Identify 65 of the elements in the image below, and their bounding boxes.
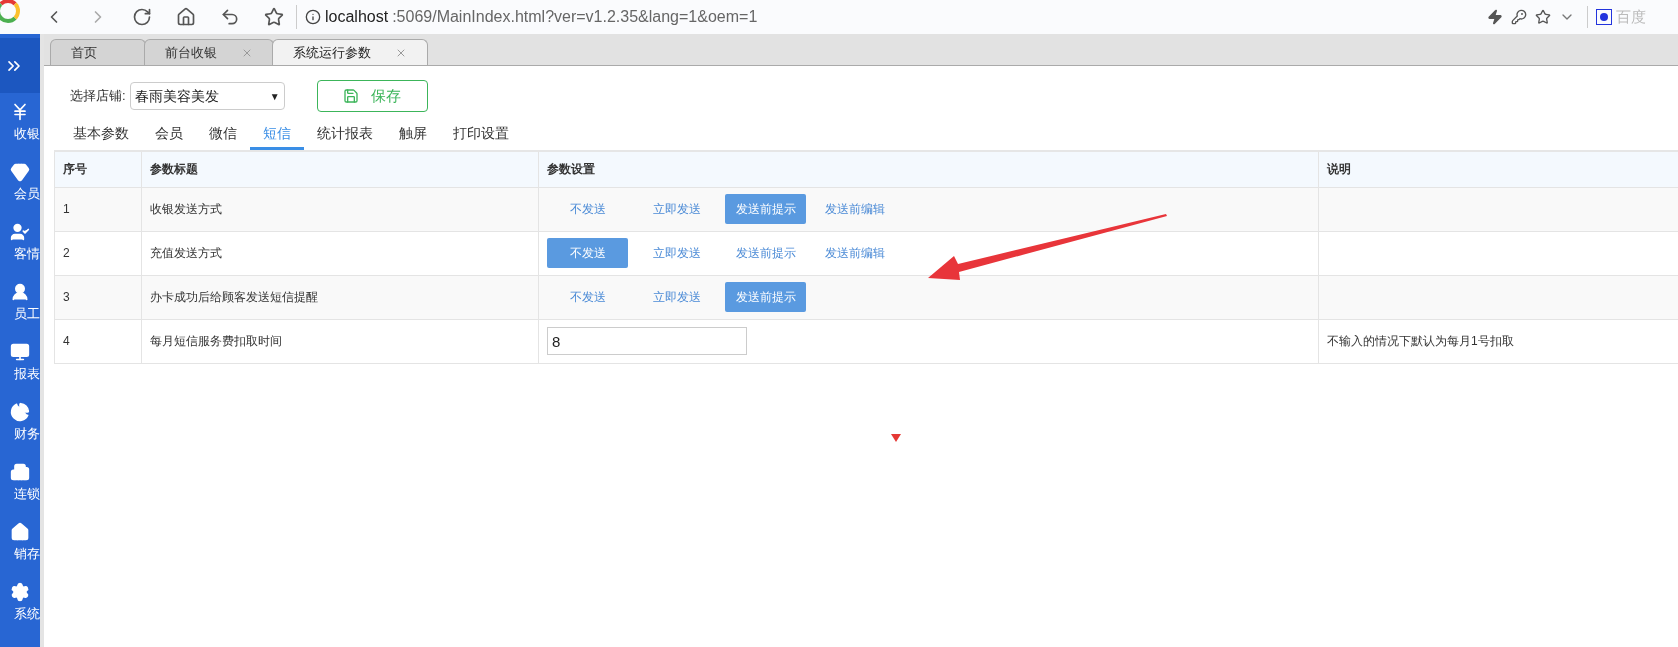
house-icon[interactable] [10, 522, 30, 543]
monitor-icon[interactable] [10, 342, 30, 363]
table-cell: 4 [54, 319, 142, 363]
table-cell: 1 [54, 187, 142, 231]
note-text: 不输入的情况下默认为每月1号扣取 [1327, 334, 1514, 348]
settings-tab[interactable]: 基本参数 [60, 120, 142, 150]
info-icon[interactable] [305, 9, 321, 25]
home-icon[interactable] [176, 7, 196, 27]
page-tab[interactable]: 首页 [50, 39, 146, 65]
sidebar-item[interactable]: 财务 [14, 424, 40, 444]
star-icon[interactable] [264, 7, 284, 27]
column-header: 序号 [54, 151, 142, 187]
sidebar-item[interactable]: 连锁 [14, 484, 40, 504]
table-cell: 收银发送方式 [141, 187, 539, 231]
lightning-icon[interactable] [1487, 9, 1503, 25]
sidebar-item[interactable]: 员工 [14, 304, 40, 324]
pie-chart-icon[interactable] [10, 402, 30, 423]
sidebar-item[interactable]: 销存 [14, 544, 40, 564]
table-cell: 3 [54, 275, 142, 319]
sidebar-item[interactable]: 系统 [14, 604, 40, 624]
option-button[interactable]: 不发送 [547, 194, 628, 224]
settings-tab[interactable]: 统计报表 [304, 120, 386, 150]
option-button[interactable]: 发送前提示 [725, 238, 806, 268]
option-button[interactable]: 发送前提示 [725, 194, 806, 224]
option-button[interactable]: 发送前编辑 [814, 194, 895, 224]
table-cell: 2 [54, 231, 142, 275]
page-tab[interactable]: 前台收银 [144, 39, 274, 65]
column-header: 参数标题 [141, 151, 539, 187]
sidebar-item[interactable]: 客情 [14, 244, 40, 264]
user-check-icon[interactable] [10, 222, 30, 243]
store-select[interactable]: 春雨美容美发 ▼ [129, 82, 285, 110]
diamond-icon[interactable] [10, 162, 30, 183]
table-cell: 每月短信服务费扣取时间 [141, 319, 539, 363]
key-icon[interactable] [1511, 9, 1527, 25]
settings-icon[interactable] [10, 582, 30, 603]
save-button[interactable]: 保存 [316, 80, 428, 112]
browser-logo-icon[interactable] [0, 0, 20, 23]
option-button[interactable]: 立即发送 [636, 194, 717, 224]
sidebar-item[interactable]: 报表 [14, 364, 40, 384]
settings-tab[interactable]: 微信 [196, 120, 250, 150]
page-tab[interactable]: 系统运行参数 [272, 39, 428, 65]
user-icon[interactable] [10, 282, 30, 303]
save-icon [343, 88, 360, 104]
sidebar-item[interactable]: 收银 [14, 124, 40, 144]
caret-icon: ▼ [269, 88, 280, 104]
option-button[interactable]: 立即发送 [636, 238, 717, 268]
undo-icon[interactable] [220, 7, 240, 27]
settings-tab[interactable]: 打印设置 [440, 120, 522, 150]
option-button[interactable]: 发送前编辑 [814, 238, 895, 268]
option-button[interactable]: 发送前提示 [725, 282, 806, 312]
option-button[interactable]: 不发送 [547, 282, 628, 312]
address-field[interactable]: localhost :5069/MainIndex.html?ver=v1.2.35&lang=1&oem=1 [296, 5, 758, 29]
reload-icon[interactable] [132, 7, 152, 27]
store-label: 选择店铺: [70, 87, 126, 106]
option-button[interactable]: 不发送 [547, 238, 628, 268]
bookmark-star-icon[interactable] [1535, 9, 1551, 25]
column-header: 参数设置 [538, 151, 1319, 187]
marker-icon [891, 434, 901, 442]
table-cell: 办卡成功后给顾客发送短信提醒 [141, 275, 539, 319]
option-button[interactable]: 立即发送 [636, 282, 717, 312]
input-field[interactable]: 8 [547, 327, 747, 355]
settings-tab[interactable]: 会员 [142, 120, 196, 150]
settings-tab[interactable]: 触屏 [386, 120, 440, 150]
table-cell: 充值发送方式 [141, 231, 539, 275]
sidebar-item[interactable]: 会员 [14, 184, 40, 204]
